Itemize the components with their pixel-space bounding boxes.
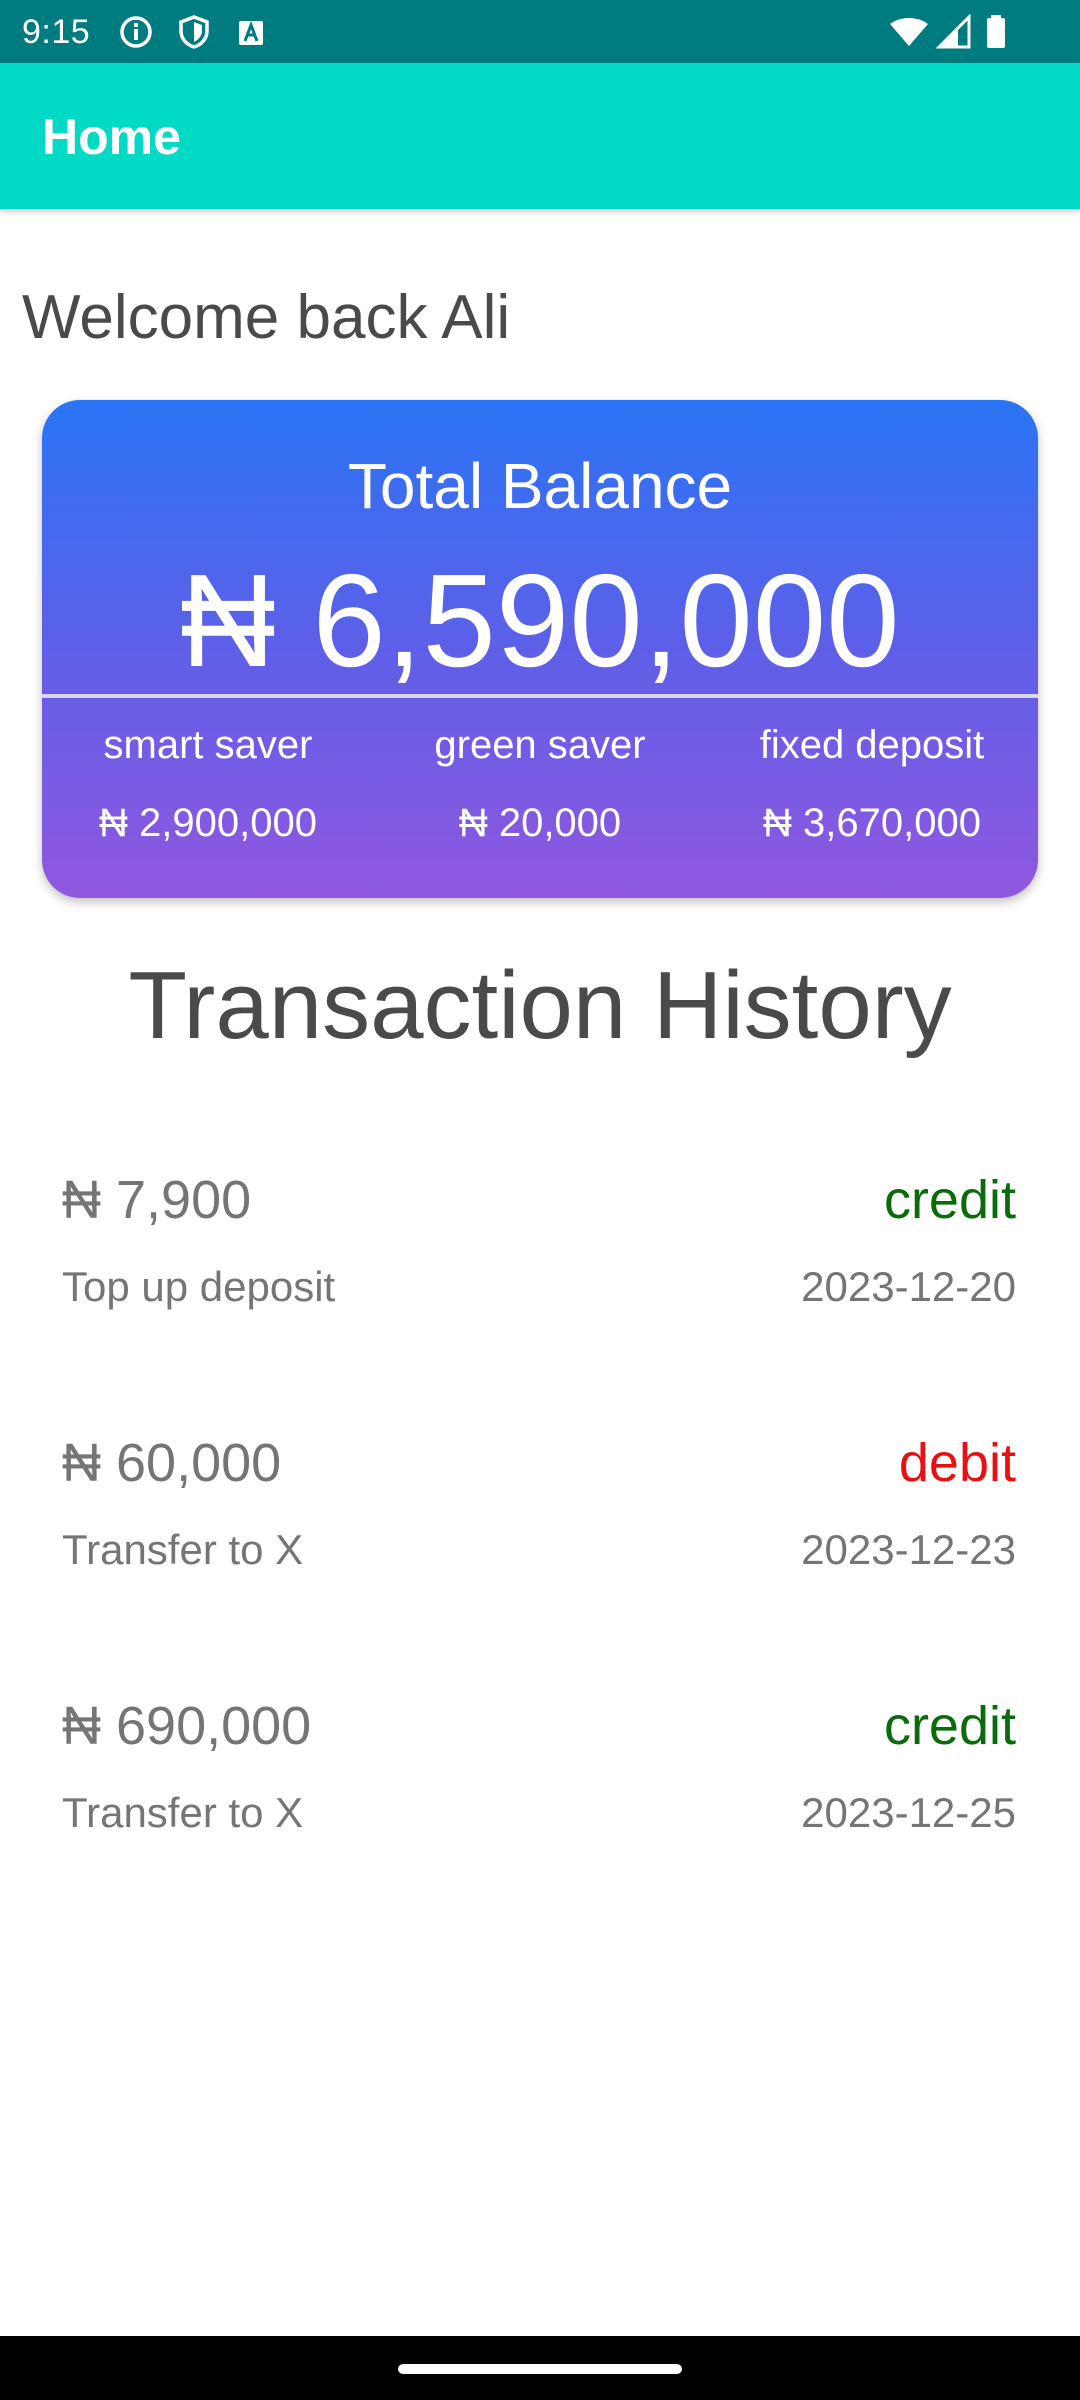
signal-icon xyxy=(935,13,972,50)
transaction-amount: ₦ 690,000 xyxy=(62,1696,312,1756)
transaction-description: Top up deposit xyxy=(62,1263,336,1310)
shield-icon xyxy=(176,14,212,50)
transaction-type: credit xyxy=(883,1170,1016,1230)
status-time: 9:15 xyxy=(22,13,91,51)
transaction-date: 2023-12-25 xyxy=(801,1789,1016,1836)
transaction-type: debit xyxy=(898,1433,1016,1493)
account-name: green saver xyxy=(434,723,646,767)
status-bar: 9:15 xyxy=(0,0,1080,63)
transaction-description: Transfer to X xyxy=(62,1789,304,1836)
transaction-description: Transfer to X xyxy=(62,1526,304,1573)
total-balance-label: Total Balance xyxy=(347,450,733,522)
home-gesture-handle[interactable] xyxy=(398,2364,682,2374)
page-title: Home xyxy=(42,109,181,165)
transaction-amount: ₦ 7,900 xyxy=(62,1170,252,1230)
account-green-saver: green saver ₦ 20,000 xyxy=(374,720,706,848)
account-smart-saver: smart saver ₦ 2,900,000 xyxy=(42,720,374,848)
account-name: smart saver xyxy=(103,723,313,767)
balance-card: Total Balance ₦ 6,590,000 smart saver ₦ … xyxy=(42,400,1038,898)
total-balance-amount: ₦ 6,590,000 xyxy=(180,547,900,694)
battery-icon xyxy=(984,14,1008,50)
account-fixed-deposit: fixed deposit ₦ 3,670,000 xyxy=(706,720,1038,848)
transaction-type: credit xyxy=(883,1696,1016,1756)
transaction-date: 2023-12-23 xyxy=(801,1526,1016,1573)
navigation-bar xyxy=(0,2336,1080,2400)
transaction-item[interactable]: ₦ 690,000 credit Transfer to X 2023-12-2… xyxy=(62,1694,1016,1874)
wifi-icon xyxy=(888,14,930,50)
account-value: ₦ 3,670,000 xyxy=(763,801,981,845)
transaction-history-title: Transaction History xyxy=(128,952,952,1059)
balance-divider xyxy=(42,694,1038,698)
account-name: fixed deposit xyxy=(759,723,985,767)
transaction-date: 2023-12-20 xyxy=(801,1263,1016,1310)
account-value: ₦ 20,000 xyxy=(458,801,622,845)
transaction-item[interactable]: ₦ 7,900 credit Top up deposit 2023-12-20 xyxy=(62,1168,1016,1348)
account-value: ₦ 2,900,000 xyxy=(99,801,317,845)
app-bar: Home xyxy=(0,63,1080,209)
info-icon xyxy=(118,14,154,50)
welcome-message: Welcome back Ali xyxy=(22,283,511,352)
transaction-amount: ₦ 60,000 xyxy=(62,1433,282,1493)
font-a-icon xyxy=(234,14,270,50)
transaction-item[interactable]: ₦ 60,000 debit Transfer to X 2023-12-23 xyxy=(62,1431,1016,1611)
